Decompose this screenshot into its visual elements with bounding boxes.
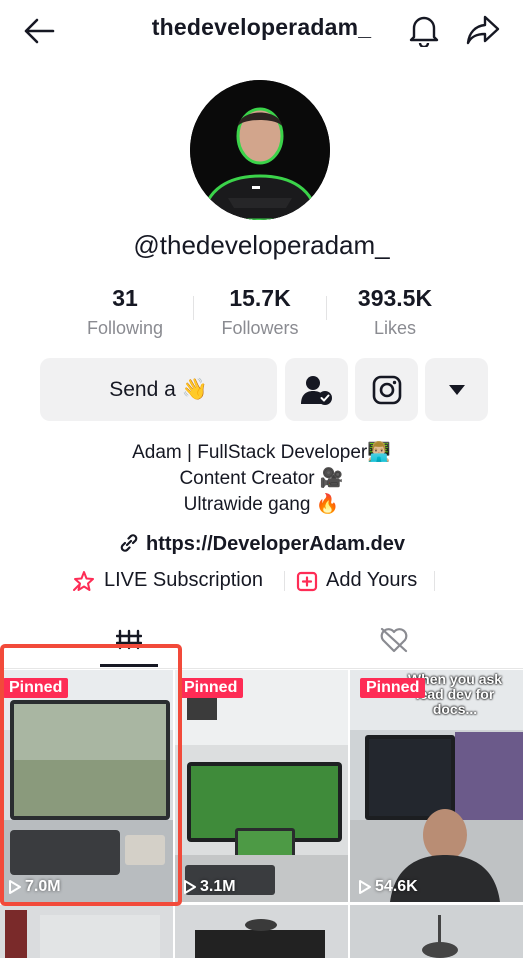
share-arrow-icon [466,15,500,45]
selection-highlight [0,644,182,906]
view-count-text: 3.1M [200,878,236,895]
profile-handle: @thedeveloperadam_ [133,230,390,260]
following-count: 31 [112,285,138,311]
video-thumbnail[interactable] [0,905,173,958]
following-label: Following [86,318,164,338]
notification-button[interactable] [404,10,444,50]
tab-liked[interactable] [365,620,423,660]
instagram-button[interactable] [355,358,418,421]
page-title: thedeveloperadam_ [151,14,372,40]
hidden-heart-icon [380,627,408,653]
avatar[interactable] [190,80,330,220]
send-message-button[interactable]: Send a 👋 [40,358,277,421]
friends-button[interactable] [285,358,348,421]
send-label: Send a 👋 [109,377,208,401]
stat-followers[interactable]: 15.7K Followers [190,285,330,339]
video-thumbnail[interactable] [350,905,523,958]
add-yours-label: Add Yours [326,569,418,591]
live-subscription-label: LIVE Subscription [104,569,263,591]
profile-link-text: https://DeveloperAdam.dev [146,533,405,555]
pinned-badge: Pinned [178,678,244,698]
followers-count: 15.7K [229,285,291,311]
profile-link[interactable]: https://DeveloperAdam.dev [0,532,523,556]
user-check-icon [300,375,332,405]
bell-icon [409,16,439,47]
stat-likes[interactable]: 393.5K Likes [325,285,465,339]
live-star-icon [73,570,94,591]
more-options-button[interactable] [425,358,488,421]
followers-label: Followers [221,318,299,338]
likes-count: 393.5K [357,285,433,311]
add-yours-button[interactable]: Add Yours [296,569,417,592]
view-count: 54.6K [358,878,418,896]
bio-line: Content Creator 🎥 [179,468,344,489]
live-subscription-button[interactable]: LIVE Subscription [72,569,263,592]
share-button[interactable] [462,10,504,50]
view-count-text: 54.6K [375,878,418,895]
bio-line: Adam | FullStack Developer👨🏼‍💻 [132,442,391,463]
pinned-badge: Pinned [360,678,426,698]
stat-following[interactable]: 31 Following [55,285,195,339]
bio-line: Ultrawide gang 🔥 [183,494,340,515]
instagram-icon [372,375,401,404]
play-icon [184,880,196,894]
view-count: 3.1M [183,878,236,896]
video-thumbnail[interactable]: Pinned 3.1M [175,670,348,902]
link-icon [120,534,138,552]
feature-divider [284,571,285,591]
caret-down-icon [448,384,465,395]
play-icon [359,880,371,894]
video-thumbnail[interactable] [175,905,348,958]
video-thumbnail[interactable]: When you ask lead dev for docs... Pinned… [350,670,523,902]
likes-label: Likes [373,318,417,338]
feature-divider [434,571,435,591]
add-box-icon [296,571,318,591]
